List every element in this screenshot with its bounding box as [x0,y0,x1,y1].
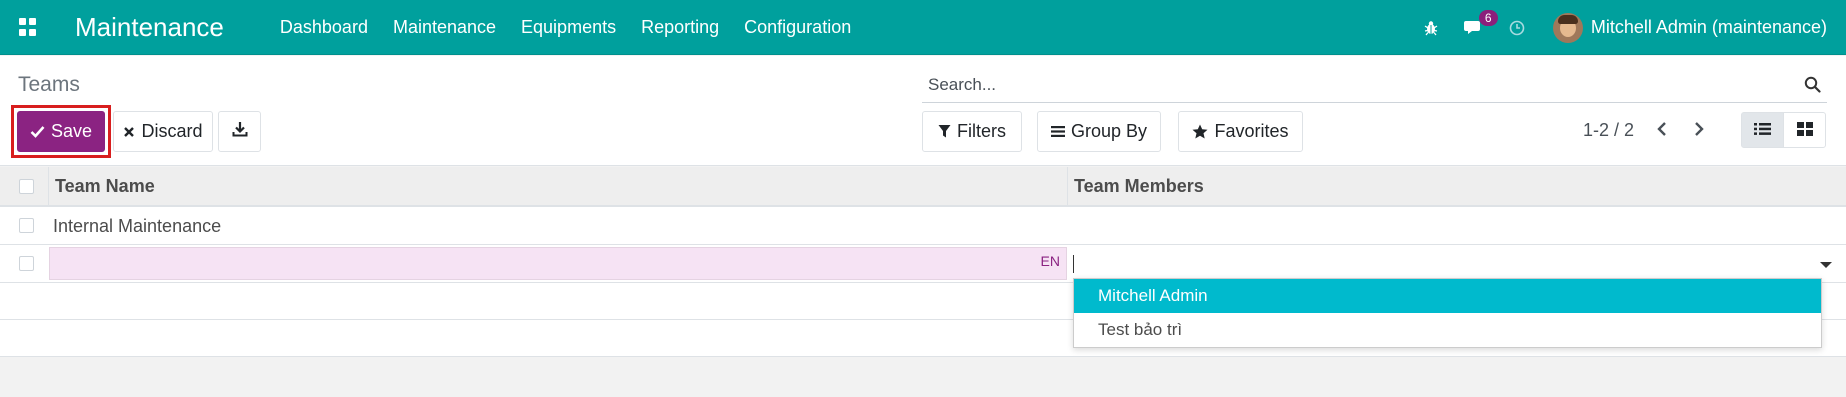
discard-button[interactable]: Discard [113,111,213,152]
team-name-cell[interactable]: Internal Maintenance [53,216,221,237]
group-by-button[interactable]: Group By [1037,111,1161,152]
save-label: Save [50,121,93,141]
table-row[interactable]: Internal Maintenance [0,207,1846,245]
team-members-input[interactable] [1070,247,1840,280]
search-icon[interactable] [1804,76,1821,98]
caret-down-icon[interactable] [1820,262,1832,268]
close-icon [123,126,135,138]
favorites-label: Favorites [1214,121,1289,141]
language-tag[interactable]: EN [1041,253,1060,269]
main-menu: Dashboard Maintenance Equipments Reporti… [280,17,876,38]
search-box [922,68,1827,103]
autocomplete-option[interactable]: Mitchell Admin [1074,279,1821,313]
filter-icon [938,124,951,139]
chevron-left-icon[interactable] [1652,119,1672,139]
column-header-team-members[interactable]: Team Members [1074,176,1204,197]
export-button[interactable] [218,111,261,152]
discard-label: Discard [141,121,203,141]
messages-icon[interactable]: 6 [1463,9,1498,37]
members-autocomplete-dropdown: Mitchell Admin Test bảo trì [1073,278,1822,348]
debug-bug-icon[interactable] [1423,20,1439,36]
filters-button[interactable]: Filters [922,111,1022,152]
kanban-view-button[interactable] [1783,112,1826,148]
user-name[interactable]: Mitchell Admin (maintenance) [1591,17,1827,38]
save-button[interactable]: Save [17,111,105,152]
app-title[interactable]: Maintenance [75,12,224,43]
menu-item-configuration[interactable]: Configuration [744,17,851,38]
list-view-button[interactable] [1741,112,1784,148]
download-icon [232,121,248,142]
breadcrumb: Teams [18,73,80,96]
check-icon [30,125,45,138]
table-header: Team Name Team Members [0,167,1846,207]
text-cursor [1073,255,1074,273]
list-bars-icon [1050,125,1065,138]
group-by-label: Group By [1070,121,1148,141]
pager-value[interactable]: 1-2 / 2 [1583,120,1634,141]
favorites-button[interactable]: Favorites [1178,111,1303,152]
search-input[interactable] [922,75,1782,95]
filters-label: Filters [957,121,1006,141]
chevron-right-icon[interactable] [1689,119,1709,139]
kanban-view-icon [1796,120,1813,141]
menu-item-maintenance[interactable]: Maintenance [393,17,496,38]
menu-item-equipments[interactable]: Equipments [521,17,616,38]
systray: 6 Mitchell Admin (maintenance) [1398,0,1827,55]
activity-clock-icon[interactable] [1509,20,1525,36]
top-navbar: Maintenance Dashboard Maintenance Equipm… [0,0,1846,55]
apps-menu-icon[interactable] [19,18,37,36]
select-all-checkbox[interactable] [19,179,34,194]
menu-item-reporting[interactable]: Reporting [641,17,719,38]
team-name-input[interactable]: EN [49,247,1067,280]
list-view-icon [1754,120,1771,141]
autocomplete-option[interactable]: Test bảo trì [1074,313,1821,347]
row-checkbox[interactable] [19,256,34,271]
menu-item-dashboard[interactable]: Dashboard [280,17,368,38]
control-panel: Teams Save Discard Filters Group By Favo… [0,56,1846,166]
row-checkbox[interactable] [19,218,34,233]
column-header-team-name[interactable]: Team Name [55,176,155,197]
user-avatar[interactable] [1552,12,1583,43]
messages-count-badge: 6 [1478,9,1498,26]
star-icon [1192,124,1208,139]
